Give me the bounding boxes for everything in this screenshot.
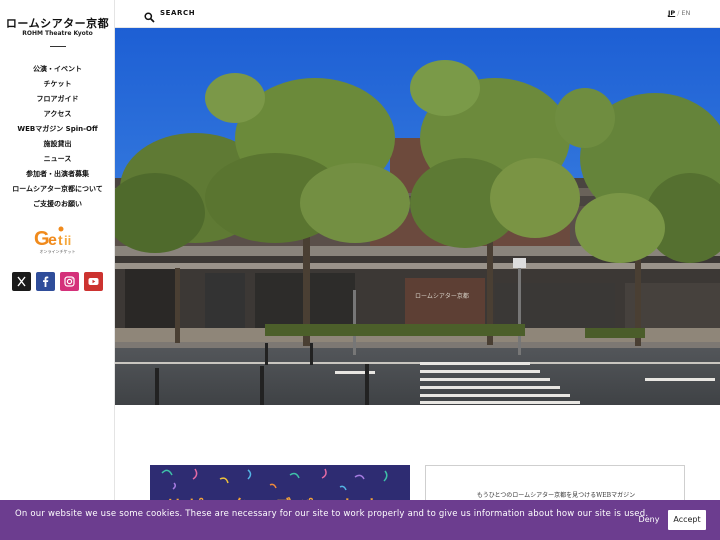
language-switcher: JP / EN bbox=[668, 9, 691, 17]
nav-item-tickets[interactable]: チケット bbox=[0, 77, 115, 92]
site-logo-jp[interactable]: ロームシアター京都 bbox=[0, 15, 115, 31]
youtube-icon[interactable] bbox=[84, 272, 103, 291]
nav-item-about[interactable]: ロームシアター京都について bbox=[0, 182, 115, 197]
nav-item-floor-guide[interactable]: フロアガイド bbox=[0, 92, 115, 107]
instagram-icon[interactable] bbox=[60, 272, 79, 291]
nav-item-news[interactable]: ニュース bbox=[0, 152, 115, 167]
cookie-consent-bar: On our website we use some cookies. Thes… bbox=[0, 500, 720, 540]
lang-jp-link[interactable]: JP bbox=[668, 9, 675, 17]
building-sign: ロームシアター京都 bbox=[415, 292, 469, 300]
facebook-icon[interactable] bbox=[36, 272, 55, 291]
cookie-message: On our website we use some cookies. Thes… bbox=[15, 509, 649, 519]
accept-button[interactable]: Accept bbox=[668, 510, 706, 530]
site-logo-en[interactable]: ROHM Theatre Kyoto bbox=[0, 30, 115, 37]
nav-item-web-magazine[interactable]: WEBマガジン Spin-Off bbox=[0, 122, 115, 137]
deny-button[interactable]: Deny bbox=[632, 512, 666, 528]
svg-text:ii: ii bbox=[64, 233, 71, 248]
sidebar: ロームシアター京都 ROHM Theatre Kyoto 公演・イベント チケッ… bbox=[0, 0, 115, 540]
top-header: SEARCH JP / EN bbox=[115, 0, 720, 28]
x-icon[interactable] bbox=[12, 272, 31, 291]
hero-image: ロームシアター京都 bbox=[115, 28, 720, 405]
nav-item-support[interactable]: ご支援のお願い bbox=[0, 197, 115, 212]
magazine-tagline: もうひとつのロームシアター京都を見つけるWEBマガジン bbox=[476, 492, 636, 499]
svg-text:t: t bbox=[58, 232, 63, 248]
svg-text:e: e bbox=[48, 232, 57, 249]
page: ロームシアター京都 ROHM Theatre Kyoto 公演・イベント チケッ… bbox=[0, 0, 720, 540]
nav-item-performances[interactable]: 公演・イベント bbox=[0, 62, 115, 77]
nav-item-facility-rental[interactable]: 施設貸出 bbox=[0, 137, 115, 152]
search-label[interactable]: SEARCH bbox=[160, 9, 195, 17]
getii-caption: オンラインチケット bbox=[39, 249, 76, 254]
nav-item-recruitment[interactable]: 参加者・出演者募集 bbox=[0, 167, 115, 182]
nav-item-access[interactable]: アクセス bbox=[0, 107, 115, 122]
logo-divider bbox=[50, 46, 66, 47]
main-nav: 公演・イベント チケット フロアガイド アクセス WEBマガジン Spin-Of… bbox=[0, 62, 115, 212]
lang-en-link[interactable]: EN bbox=[681, 9, 690, 17]
search-icon[interactable] bbox=[144, 8, 155, 23]
